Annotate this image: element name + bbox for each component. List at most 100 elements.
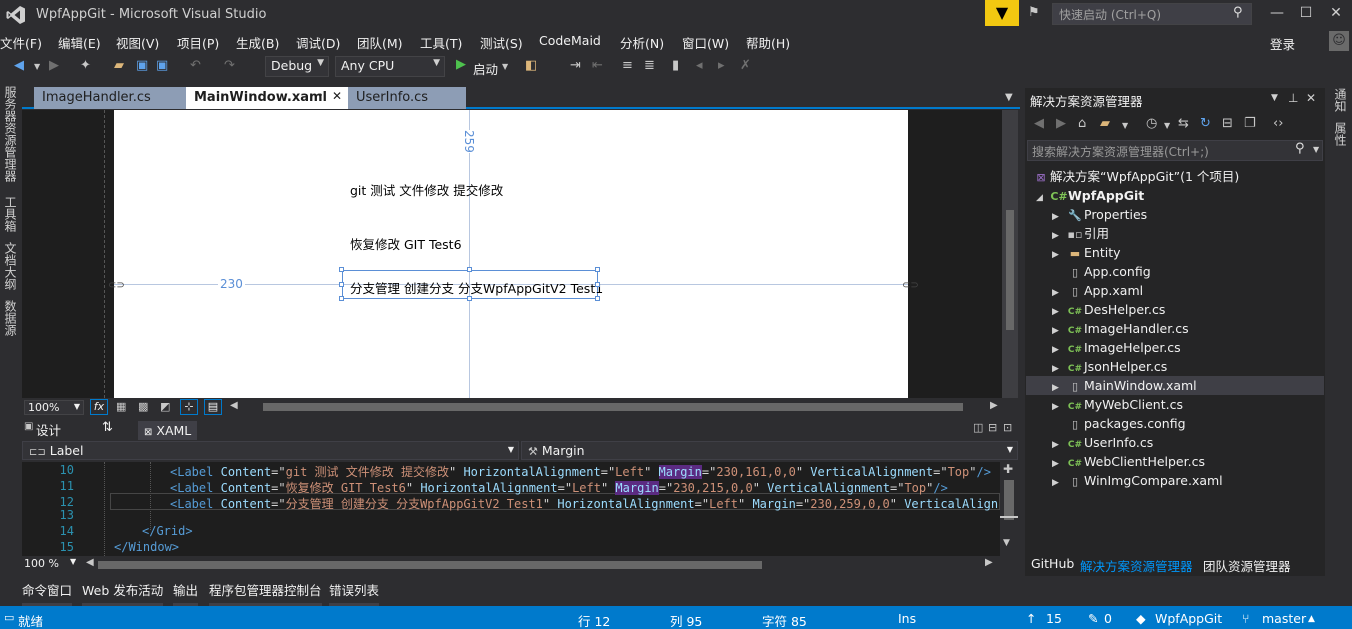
scroll-left-icon[interactable]: ◀: [86, 557, 94, 568]
scroll-right-icon[interactable]: ▶: [985, 557, 993, 568]
view-code-icon[interactable]: ‹›: [1273, 116, 1283, 131]
unpushed-commits[interactable]: 15: [1046, 611, 1062, 626]
properties-tab[interactable]: 属性: [1332, 122, 1349, 146]
user-avatar-icon[interactable]: ☺: [1329, 31, 1349, 51]
collapsed-icon[interactable]: ▶: [1052, 474, 1066, 493]
tree-item[interactable]: ▶ ▬ Entity: [1052, 243, 1121, 262]
pending-changes-count[interactable]: 0: [1104, 611, 1112, 626]
redo-icon[interactable]: ↷: [224, 58, 235, 73]
notifications-tab[interactable]: 通知: [1332, 88, 1349, 112]
scroll-thumb[interactable]: [1004, 480, 1014, 520]
resize-handle[interactable]: [595, 296, 600, 301]
snap-grid-icon[interactable]: ▩: [138, 400, 148, 413]
resize-handle[interactable]: [467, 296, 472, 301]
save-all-icon[interactable]: ▣: [156, 58, 168, 73]
tree-item[interactable]: ▯ packages.config: [1052, 414, 1186, 433]
data-sources-tab[interactable]: 数据源: [2, 300, 19, 336]
resize-handle[interactable]: [595, 267, 600, 272]
feedback-filter-icon[interactable]: ▼: [985, 0, 1019, 26]
menu-debug[interactable]: 调试(D): [296, 33, 340, 52]
next-bookmark-icon[interactable]: ▸: [718, 58, 725, 73]
code-horizontal-scrollbar[interactable]: [98, 561, 762, 569]
search-icon[interactable]: ⚲: [1295, 141, 1305, 156]
prev-bookmark-icon[interactable]: ◂: [696, 58, 703, 73]
scroll-down-icon[interactable]: ▼: [1003, 538, 1010, 548]
menu-test[interactable]: 测试(S): [480, 33, 523, 52]
tree-item[interactable]: ▶ C# UserInfo.cs: [1052, 433, 1153, 452]
tree-item[interactable]: ▶ C# ImageHelper.cs: [1052, 338, 1181, 357]
back-icon[interactable]: ◀: [14, 58, 24, 73]
output-tab[interactable]: 输出: [173, 580, 199, 606]
designer-vertical-scrollbar[interactable]: [1002, 110, 1018, 398]
play-icon[interactable]: ▶: [456, 57, 466, 72]
designer-zoom-select[interactable]: 100% ▼: [24, 400, 84, 415]
swap-panes-button[interactable]: ⇅: [102, 420, 113, 435]
maximize-button[interactable]: ☐: [1292, 2, 1320, 24]
collapse-all-icon[interactable]: ⊟: [1222, 116, 1233, 131]
window-canvas[interactable]: [114, 110, 908, 398]
designer-horizontal-scrollbar[interactable]: [263, 403, 963, 411]
document-outline-tab[interactable]: 文档大纲: [2, 242, 19, 290]
web-publish-tab[interactable]: Web 发布活动: [82, 580, 164, 606]
command-window-tab[interactable]: 命令窗口: [22, 580, 73, 606]
forward-icon[interactable]: ▶: [49, 58, 59, 73]
vertical-split-icon[interactable]: ◫: [973, 421, 983, 434]
chevron-down-icon[interactable]: ▼: [1122, 121, 1128, 130]
menu-team[interactable]: 团队(M): [357, 33, 403, 52]
login-link[interactable]: 登录: [1270, 34, 1295, 53]
resize-handle[interactable]: [339, 267, 344, 272]
tree-item[interactable]: ▶ C# JsonHelper.cs: [1052, 357, 1167, 376]
close-icon[interactable]: ✕: [1306, 91, 1316, 105]
scroll-right-icon[interactable]: ▶: [990, 400, 998, 411]
resize-handle[interactable]: [339, 282, 344, 287]
menu-file[interactable]: 文件(F): [0, 33, 42, 52]
solution-explorer-tab[interactable]: 解决方案资源管理器: [1080, 556, 1193, 575]
branch-name[interactable]: master: [1262, 611, 1306, 626]
tree-project[interactable]: ◢ C#WpfAppGit: [1036, 186, 1144, 205]
tree-item[interactable]: ▶ ▯ WinImgCompare.xaml: [1052, 471, 1223, 490]
menu-edit[interactable]: 编辑(E): [58, 33, 101, 52]
repository-name[interactable]: WpfAppGit: [1155, 611, 1222, 626]
tab-list-dropdown-icon[interactable]: ▼: [1005, 92, 1013, 103]
code-line-10[interactable]: <Label Content="git 测试 文件修改 提交修改" Horizo…: [170, 463, 991, 480]
scroll-left-icon[interactable]: ◀: [230, 400, 238, 411]
open-file-icon[interactable]: ▰: [114, 58, 124, 73]
collapse-pane-icon[interactable]: ⊡: [1003, 421, 1012, 434]
tab-userinfo[interactable]: UserInfo.cs: [348, 87, 466, 109]
panel-menu-icon[interactable]: ▼: [1271, 93, 1278, 103]
forward-icon[interactable]: ▶: [1056, 116, 1066, 131]
tree-item[interactable]: ▶ C# WebClientHelper.cs: [1052, 452, 1205, 471]
quick-launch-input[interactable]: 快速启动 (Ctrl+Q): [1052, 3, 1252, 25]
github-tab[interactable]: GitHub: [1031, 556, 1074, 571]
resize-handle[interactable]: [467, 267, 472, 272]
uncomment-icon[interactable]: ≣: [644, 58, 655, 73]
tree-item[interactable]: ▶ ▪▫ 引用: [1052, 224, 1109, 243]
search-options-icon[interactable]: ▼: [1313, 145, 1319, 154]
chevron-down-icon[interactable]: ▼: [70, 557, 76, 566]
pin-icon[interactable]: ⊥: [1288, 91, 1298, 105]
resize-handle[interactable]: [595, 282, 600, 287]
error-list-tab[interactable]: 错误列表: [329, 580, 380, 606]
team-explorer-tab[interactable]: 团队资源管理器: [1203, 556, 1291, 575]
step-icon[interactable]: ⇥: [570, 58, 581, 73]
tab-mainwindow[interactable]: MainWindow.xaml ⊸ ✕: [186, 87, 348, 109]
label-git-test[interactable]: git 测试 文件修改 提交修改: [350, 180, 503, 199]
tree-item[interactable]: ▶ ▯ MainWindow.xaml: [1026, 376, 1324, 395]
project-code-icon[interactable]: ▤: [204, 399, 222, 415]
menu-build[interactable]: 生成(B): [236, 33, 279, 52]
pending-changes-icon[interactable]: ◷: [1146, 116, 1157, 131]
clear-bookmarks-icon[interactable]: ✗: [740, 58, 751, 73]
tree-item[interactable]: ▯ App.config: [1052, 262, 1151, 281]
toolbox-tab[interactable]: 工具箱: [2, 196, 19, 232]
step-over-icon[interactable]: ⇤: [592, 58, 603, 73]
menu-project[interactable]: 项目(P): [177, 33, 219, 52]
tree-solution[interactable]: ⊠ 解决方案“WpfAppGit”(1 个项目): [1032, 167, 1239, 186]
code-line-12[interactable]: <Label Content="分支管理 创建分支 分支WpfAppGitV2 …: [170, 495, 998, 512]
show-all-files-icon[interactable]: ❐: [1244, 116, 1256, 131]
label-branch-test[interactable]: 分支管理 创建分支 分支WpfAppGitV2 Test1: [350, 278, 603, 297]
code-zoom-select[interactable]: 100 %: [24, 557, 59, 570]
branch-icon[interactable]: ⑂: [1242, 611, 1250, 626]
fx-icon[interactable]: fx: [90, 399, 108, 415]
minimize-button[interactable]: —: [1263, 2, 1291, 24]
tree-item[interactable]: ▶ 🔧 Properties: [1052, 205, 1147, 224]
